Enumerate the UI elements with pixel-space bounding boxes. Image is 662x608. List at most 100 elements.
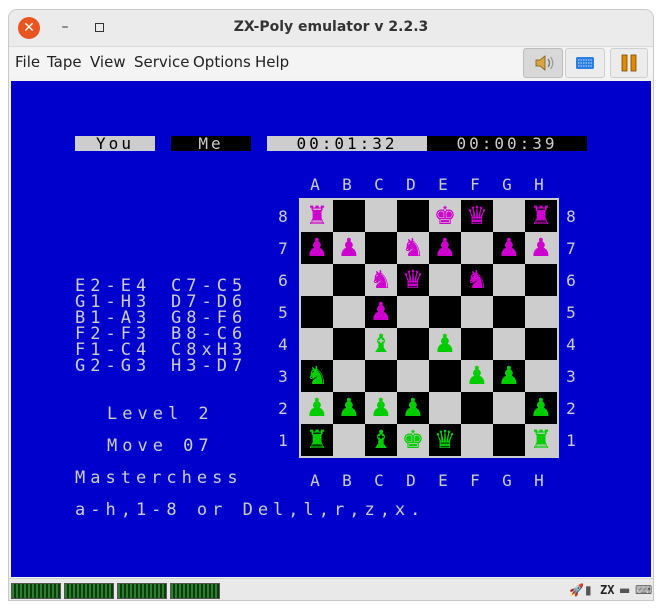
board-square-d4[interactable] — [397, 328, 429, 360]
menu-options[interactable]: Options — [193, 53, 251, 71]
board-square-e8[interactable]: ♚ — [429, 200, 461, 232]
rank-label-left: 6 — [278, 271, 288, 290]
board-square-b1[interactable] — [333, 424, 365, 456]
speaker-icon — [535, 55, 554, 71]
cpu-indicator-4 — [170, 583, 220, 599]
board-square-d2[interactable]: ♟ — [397, 392, 429, 424]
menu-file[interactable]: File — [15, 53, 40, 71]
board-square-a6[interactable] — [301, 264, 333, 296]
board-square-c2[interactable]: ♟ — [365, 392, 397, 424]
board-square-e3[interactable] — [429, 360, 461, 392]
board-square-c7[interactable] — [365, 232, 397, 264]
player-label-you: You — [75, 136, 155, 152]
chess-board[interactable]: ♜ ♚ ♛ ♜ ♟ ♟ ♞ ♟ ♟ ♟ ♞ ♛ ♞ ♟ ♝ ♟ ♞ ♟ ♟ ♟ ♟ ♟ ♟ ♟ ♜ ♝ ♚ ♛ ♜ — [299, 198, 559, 458]
board-square-h8[interactable]: ♜ — [525, 200, 557, 232]
file-label-top: D — [406, 175, 416, 194]
board-square-h7[interactable]: ♟ — [525, 232, 557, 264]
virtual-keyboard-button[interactable] — [565, 48, 605, 78]
board-square-b4[interactable] — [333, 328, 365, 360]
board-square-h5[interactable] — [525, 296, 557, 328]
board-square-f7[interactable] — [461, 232, 493, 264]
board-square-g1[interactable] — [493, 424, 525, 456]
board-square-g4[interactable] — [493, 328, 525, 360]
board-square-b7[interactable]: ♟ — [333, 232, 365, 264]
board-square-e1[interactable]: ♛ — [429, 424, 461, 456]
rank-label-left: 2 — [278, 399, 288, 418]
keyboard-icon — [576, 57, 594, 69]
board-square-d3[interactable] — [397, 360, 429, 392]
keyboard-icon: ⌨ — [635, 583, 653, 597]
file-label-top: C — [374, 175, 384, 194]
emulator-screen[interactable]: You Me 00:01:32 00:00:39 E2-E4 C7-C5 G1-H3… — [11, 81, 651, 577]
board-square-a3[interactable]: ♞ — [301, 360, 333, 392]
cpu-indicator-1 — [11, 583, 61, 599]
board-square-f3[interactable]: ♟ — [461, 360, 493, 392]
file-label-bottom: B — [342, 471, 352, 490]
board-square-a4[interactable] — [301, 328, 333, 360]
move-black: H3-D7 — [171, 356, 248, 376]
white-pawn-icon: ♟ — [401, 393, 425, 422]
cpu-indicator-3 — [117, 583, 167, 599]
board-square-b5[interactable] — [333, 296, 365, 328]
move-number-text: Move 07 — [107, 436, 214, 456]
board-square-f1[interactable] — [461, 424, 493, 456]
board-square-c6[interactable]: ♞ — [365, 264, 397, 296]
board-square-b3[interactable] — [333, 360, 365, 392]
pause-button[interactable] — [610, 48, 648, 78]
board-square-e7[interactable]: ♟ — [429, 232, 461, 264]
board-square-g2[interactable] — [493, 392, 525, 424]
board-square-g5[interactable] — [493, 296, 525, 328]
board-square-b2[interactable]: ♟ — [333, 392, 365, 424]
board-square-e4[interactable]: ♟ — [429, 328, 461, 360]
board-square-d1[interactable]: ♚ — [397, 424, 429, 456]
board-square-c5[interactable]: ♟ — [365, 296, 397, 328]
board-square-d6[interactable]: ♛ — [397, 264, 429, 296]
board-square-g3[interactable]: ♟ — [493, 360, 525, 392]
menu-service[interactable]: Service — [134, 53, 189, 71]
rank-label-right: 5 — [566, 303, 576, 322]
board-square-d8[interactable] — [397, 200, 429, 232]
move-white: G2-G3 — [75, 356, 152, 376]
file-label-top: G — [502, 175, 512, 194]
board-square-f8[interactable]: ♛ — [461, 200, 493, 232]
program-name: Masterchess — [75, 468, 243, 488]
sound-toggle-button[interactable] — [523, 48, 563, 78]
black-knight-icon: ♞ — [401, 233, 425, 262]
board-square-b8[interactable] — [333, 200, 365, 232]
board-square-e2[interactable] — [429, 392, 461, 424]
window-title: ZX-Poly emulator v 2.2.3 — [233, 19, 429, 35]
board-square-c8[interactable] — [365, 200, 397, 232]
board-square-c3[interactable] — [365, 360, 397, 392]
board-square-g7[interactable]: ♟ — [493, 232, 525, 264]
board-square-f5[interactable] — [461, 296, 493, 328]
board-square-h2[interactable]: ♟ — [525, 392, 557, 424]
board-square-h1[interactable]: ♜ — [525, 424, 557, 456]
board-square-d7[interactable]: ♞ — [397, 232, 429, 264]
board-square-e6[interactable] — [429, 264, 461, 296]
board-square-e5[interactable] — [429, 296, 461, 328]
board-square-c4[interactable]: ♝ — [365, 328, 397, 360]
rank-label-right: 2 — [566, 399, 576, 418]
menu-view[interactable]: View — [90, 53, 126, 71]
board-square-g6[interactable] — [493, 264, 525, 296]
board-square-h3[interactable] — [525, 360, 557, 392]
board-square-a8[interactable]: ♜ — [301, 200, 333, 232]
board-square-h4[interactable] — [525, 328, 557, 360]
rank-label-left: 4 — [278, 335, 288, 354]
board-square-a1[interactable]: ♜ — [301, 424, 333, 456]
black-pawn-icon: ♟ — [369, 297, 393, 326]
file-label-top: H — [534, 175, 544, 194]
board-square-a5[interactable] — [301, 296, 333, 328]
board-square-c1[interactable]: ♝ — [365, 424, 397, 456]
menu-tape[interactable]: Tape — [47, 53, 82, 71]
menu-help[interactable]: Help — [255, 53, 289, 71]
board-square-f6[interactable]: ♞ — [461, 264, 493, 296]
board-square-b6[interactable] — [333, 264, 365, 296]
board-square-a7[interactable]: ♟ — [301, 232, 333, 264]
board-square-f4[interactable] — [461, 328, 493, 360]
board-square-f2[interactable] — [461, 392, 493, 424]
board-square-d5[interactable] — [397, 296, 429, 328]
board-square-a2[interactable]: ♟ — [301, 392, 333, 424]
board-square-g8[interactable] — [493, 200, 525, 232]
board-square-h6[interactable] — [525, 264, 557, 296]
